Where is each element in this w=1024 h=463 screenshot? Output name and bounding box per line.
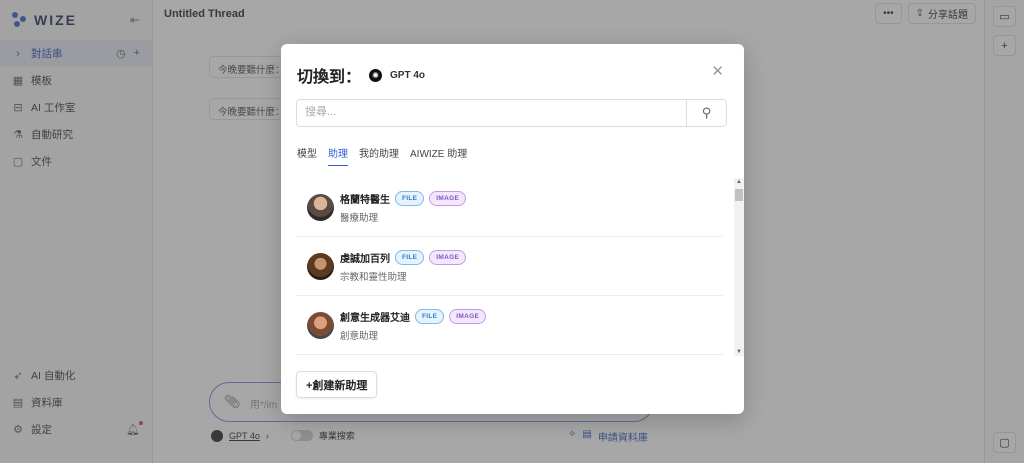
tab-assistants[interactable]: 助理: [328, 145, 348, 166]
file-badge: FILE: [415, 308, 445, 324]
assistant-name: 創意生成器艾迪: [340, 312, 410, 324]
assistant-description: 宗教和靈性助理: [340, 271, 407, 283]
search-icon[interactable]: ⚲: [686, 100, 726, 126]
search-input[interactable]: [305, 106, 675, 118]
scroll-up-icon[interactable]: ▲: [736, 179, 742, 185]
image-badge: IMAGE: [429, 190, 467, 206]
tab-models[interactable]: 模型: [297, 145, 317, 166]
assistant-description: 創意助理: [340, 330, 379, 342]
create-assistant-button[interactable]: +創建新助理: [296, 371, 378, 398]
list-item[interactable]: 虔誠加百列 FILE IMAGE 宗教和靈性助理: [297, 237, 723, 296]
avatar: [307, 193, 334, 221]
tab-my-assistants[interactable]: 我的助理: [359, 145, 399, 166]
image-badge: IMAGE: [429, 249, 467, 265]
scrollbar[interactable]: ▲ ▼: [734, 178, 744, 356]
assistant-name: 虔誠加百列: [340, 253, 390, 265]
list-item[interactable]: 格蘭特醫生 FILE IMAGE 醫療助理: [297, 178, 723, 237]
scrollbar-thumb[interactable]: [735, 189, 743, 201]
search-box: ⚲: [296, 99, 727, 127]
avatar: [307, 311, 334, 339]
avatar: [307, 252, 334, 280]
current-model-label: GPT 4o: [390, 69, 426, 81]
tab-aiwize-assistants[interactable]: AIWIZE 助理: [410, 145, 467, 166]
file-badge: FILE: [395, 249, 425, 265]
image-badge: IMAGE: [449, 308, 487, 324]
assistant-name: 格蘭特醫生: [340, 194, 390, 206]
file-badge: FILE: [395, 190, 425, 206]
scroll-down-icon[interactable]: ▼: [736, 349, 742, 355]
close-icon[interactable]: ✕: [711, 62, 724, 80]
assistant-list: 格蘭特醫生 FILE IMAGE 醫療助理 虔誠加百列 FILE IMAGE 宗…: [297, 178, 744, 356]
modal-tabs: 模型 助理 我的助理 AIWIZE 助理: [297, 145, 467, 166]
assistant-description: 醫療助理: [340, 212, 379, 224]
modal-title: 切換到：: [297, 69, 362, 86]
list-item[interactable]: 創意生成器艾迪 FILE IMAGE 創意助理: [297, 296, 723, 355]
switch-assistant-modal: 切換到： ✺ GPT 4o ✕ ⚲ 模型 助理 我的助理 AIWIZE 助理 格…: [281, 44, 744, 414]
openai-icon: ✺: [369, 68, 383, 82]
